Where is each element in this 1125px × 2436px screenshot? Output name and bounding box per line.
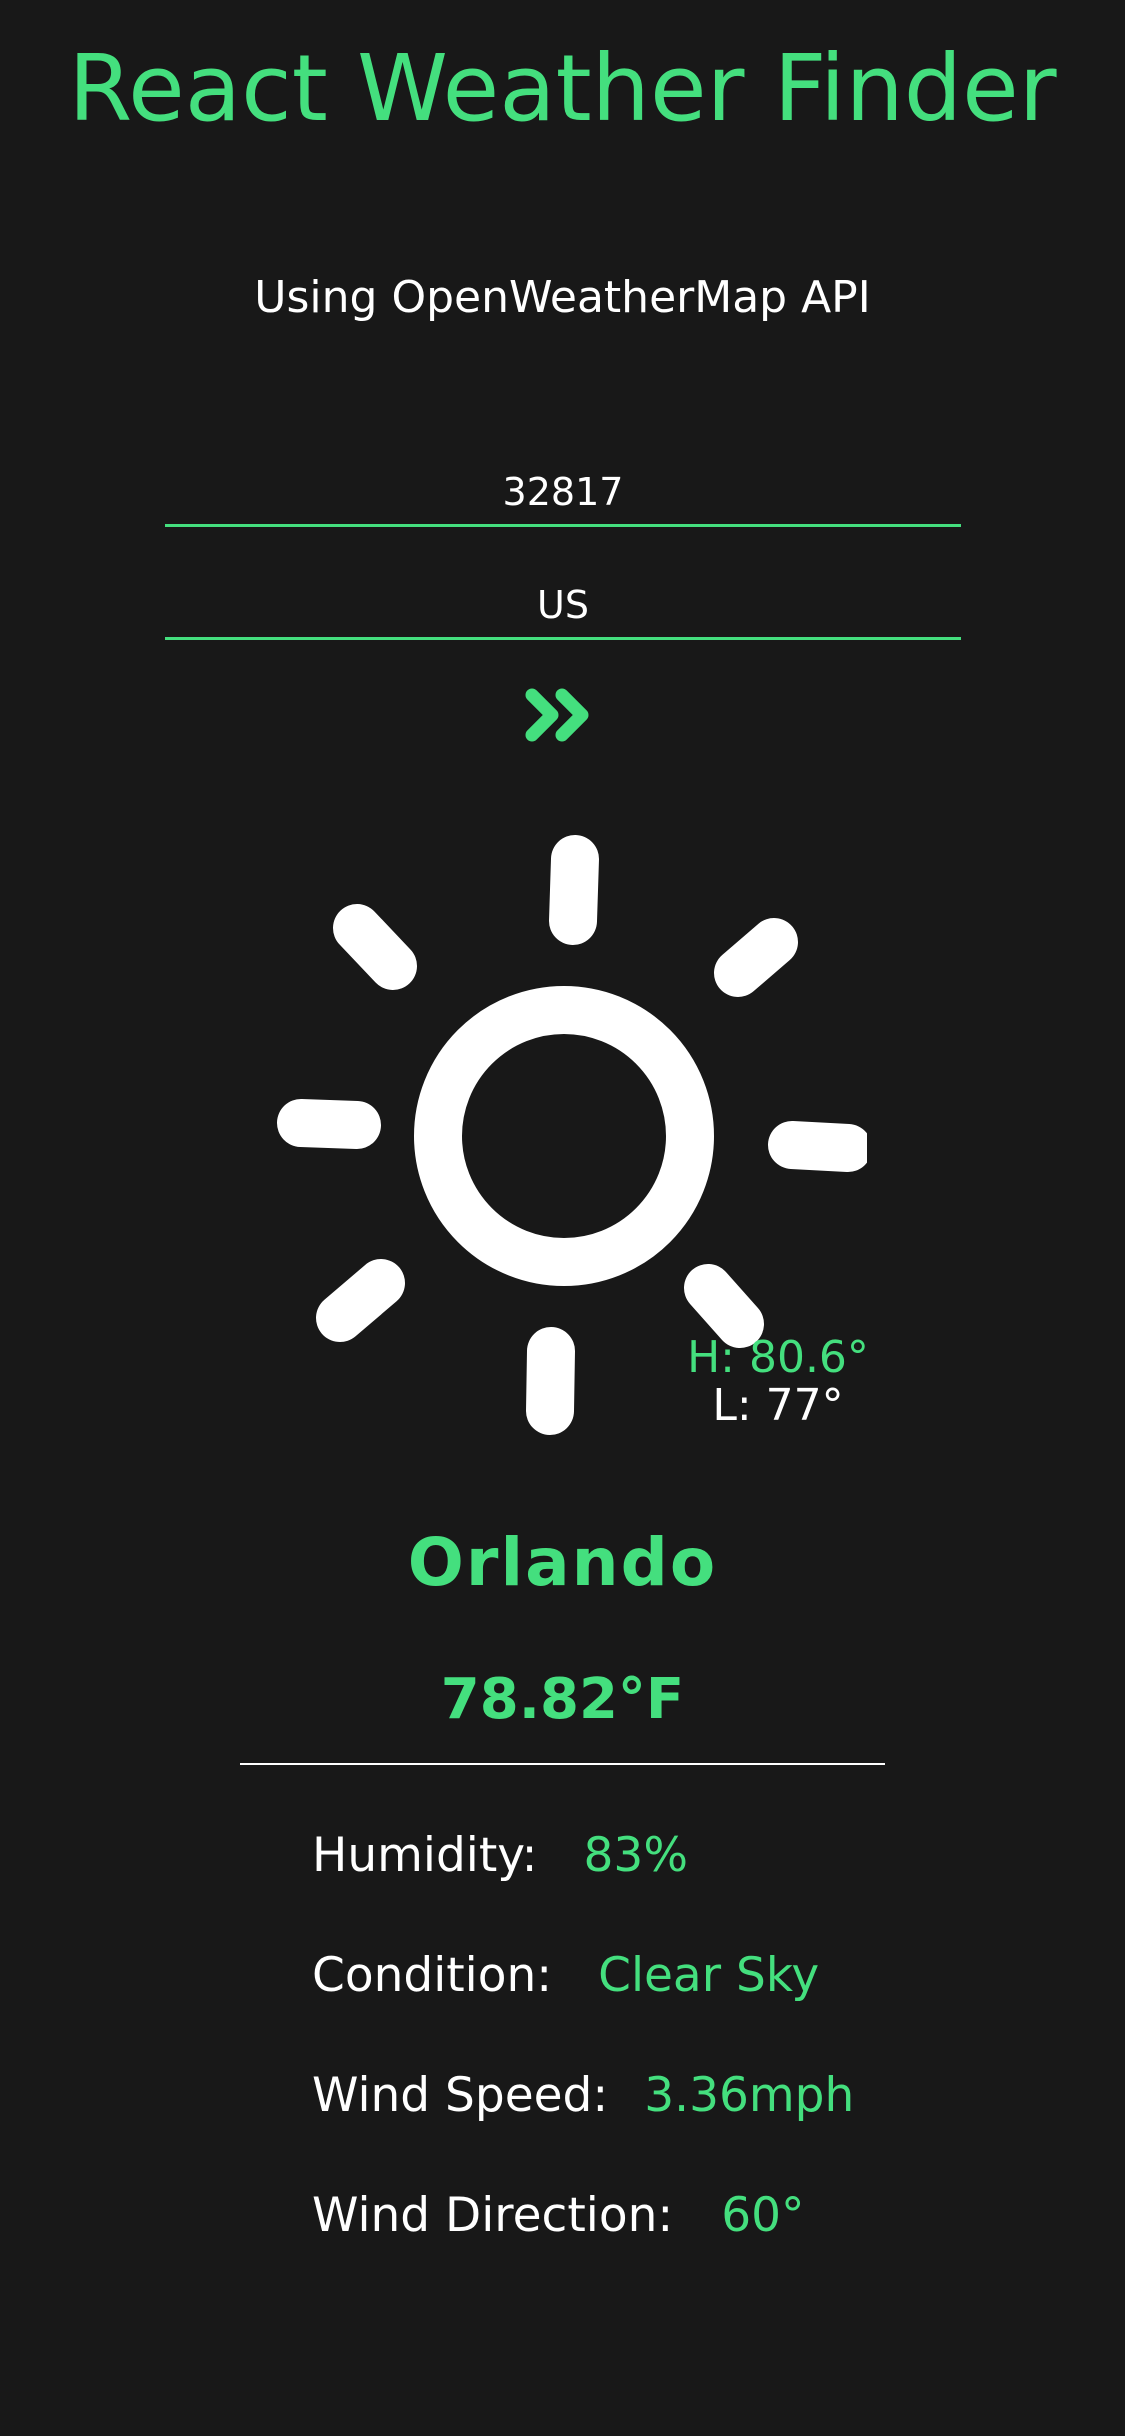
divider <box>240 1763 885 1765</box>
country-code-input[interactable] <box>165 573 961 640</box>
detail-label: Wind Speed: <box>312 2068 609 2123</box>
search-submit-button[interactable] <box>518 680 608 750</box>
detail-condition: Condition: Clear Sky <box>312 1946 819 2006</box>
double-chevron-right-icon <box>525 688 589 742</box>
low-temp: L: 77° <box>712 1380 844 1431</box>
detail-label: Condition: <box>312 1948 553 2003</box>
detail-value: Clear Sky <box>598 1948 820 2003</box>
detail-wind-speed: Wind Speed: 3.36mph <box>312 2066 854 2126</box>
detail-value: 83% <box>583 1828 688 1883</box>
high-low-temps: H: 80.6° L: 77° <box>668 1334 888 1430</box>
detail-label: Wind Direction: <box>312 2188 674 2243</box>
detail-wind-direction: Wind Direction: 60° <box>312 2186 805 2246</box>
city-name: Orlando <box>407 1524 718 1601</box>
current-temperature: 78.82°F <box>440 1667 685 1732</box>
detail-value: 3.36mph <box>644 2068 855 2123</box>
page-subtitle: Using OpenWeatherMap API <box>254 272 871 323</box>
high-temp: H: 80.6° <box>687 1332 869 1383</box>
weather-app: React Weather Finder Using OpenWeatherMa… <box>0 0 1125 2436</box>
detail-label: Humidity: <box>312 1828 538 1883</box>
zip-code-input[interactable] <box>165 460 961 527</box>
detail-humidity: Humidity: 83% <box>312 1826 688 1886</box>
detail-value: 60° <box>721 2188 805 2243</box>
page-title: React Weather Finder <box>68 35 1057 142</box>
